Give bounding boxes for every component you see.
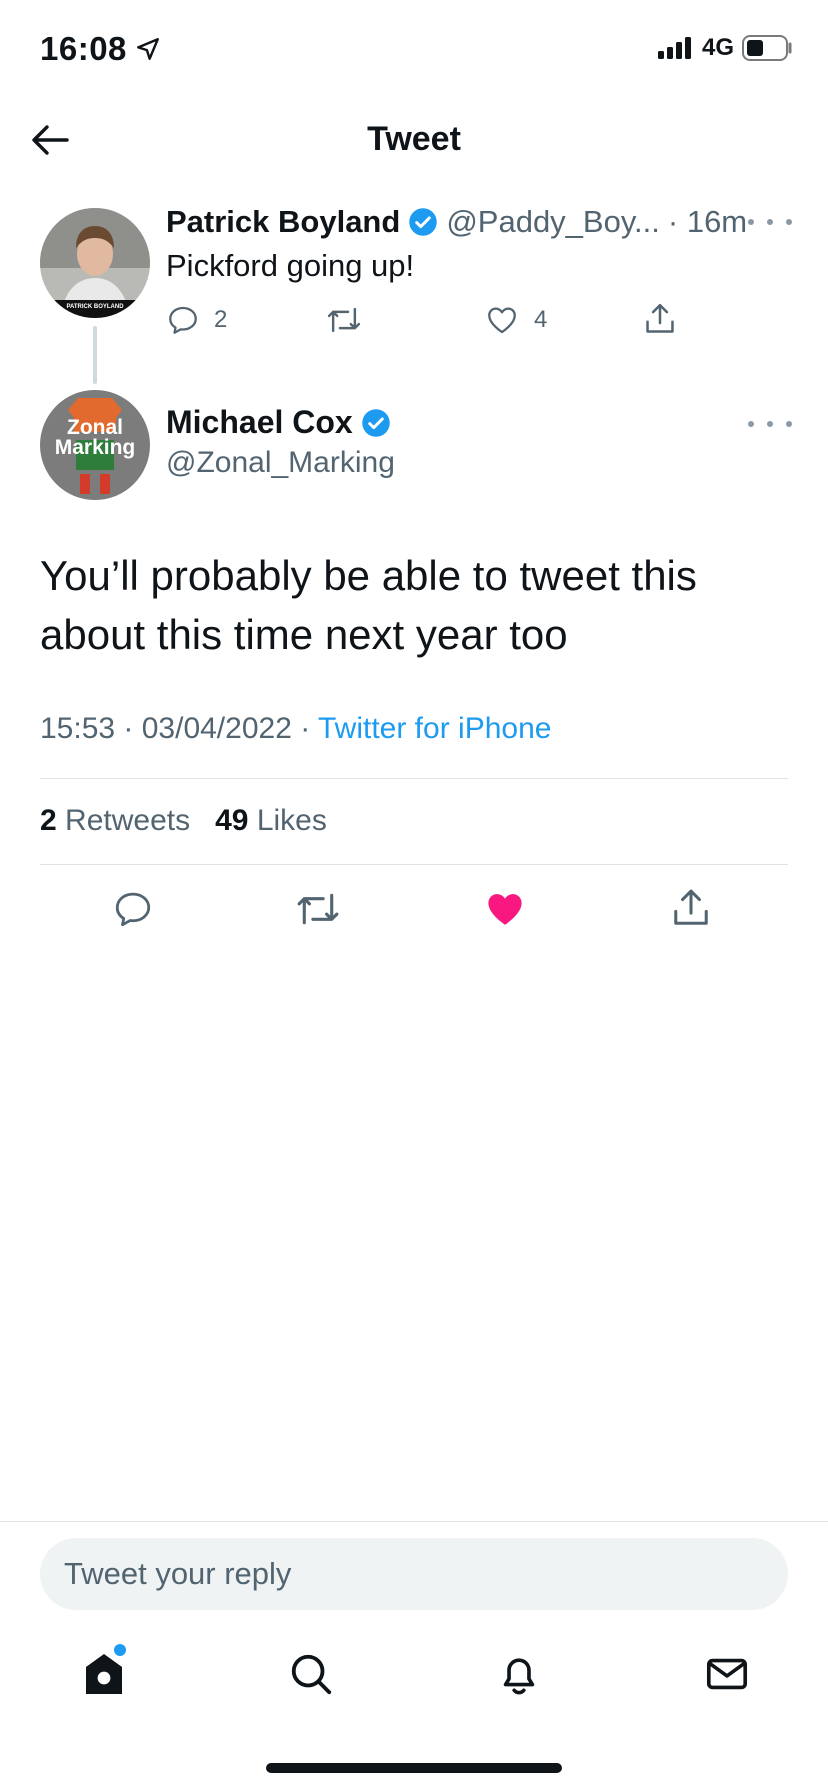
divider (40, 864, 788, 865)
heart-filled-icon (488, 894, 522, 925)
avatar-patrick-boyland[interactable]: PATRICK BOYLAND (40, 208, 150, 318)
retweet-action[interactable] (325, 303, 363, 337)
battery-icon (742, 35, 794, 61)
reply-icon (115, 892, 151, 927)
bell-icon (503, 1658, 535, 1695)
tab-messages[interactable] (699, 1646, 755, 1702)
status-indicators: 4G (657, 34, 794, 62)
like-count: 4 (534, 306, 548, 333)
retweet-icon (297, 893, 339, 925)
like-button[interactable] (483, 888, 529, 934)
divider (40, 778, 788, 779)
reply-input[interactable]: Tweet your reply (40, 1538, 788, 1610)
avatar-michael-cox[interactable]: Zonal Marking (40, 390, 150, 500)
tab-search[interactable] (283, 1646, 339, 1702)
retweet-button[interactable] (294, 888, 344, 934)
more-options-icon[interactable] (748, 212, 792, 232)
tab-notifications[interactable] (491, 1646, 547, 1702)
mail-icon (706, 1658, 748, 1690)
tweet-timestamp: 15:53 · 03/04/2022 · (40, 712, 318, 745)
status-time: 16:08 (40, 30, 161, 68)
home-indicator (266, 1763, 562, 1773)
author-name[interactable]: Michael Cox (166, 404, 353, 441)
share-button[interactable] (670, 886, 716, 932)
main-author-name-row[interactable]: Michael Cox (166, 404, 391, 441)
page-title: Tweet (367, 120, 461, 158)
likes-link[interactable]: 49 Likes (215, 804, 327, 837)
signal-icon (657, 37, 694, 59)
engagement-counts: 2 Retweets 49 Likes (40, 804, 327, 838)
heart-outline-icon (488, 307, 516, 334)
author-handle: @Paddy_Boy... (446, 204, 660, 239)
share-action[interactable] (643, 301, 677, 337)
avatar-caption: PATRICK BOYLAND (66, 304, 124, 310)
share-icon (646, 303, 674, 333)
verified-badge-icon (361, 408, 391, 438)
tweet-source-link[interactable]: Twitter for iPhone (318, 712, 551, 745)
tweet-time: · 16m (667, 204, 748, 239)
verified-badge-icon (408, 207, 438, 237)
more-options-icon[interactable] (748, 414, 792, 434)
parent-tweet-text: Pickford going up! (166, 248, 415, 283)
like-action[interactable]: 4 (484, 303, 547, 337)
retweet-icon (327, 307, 361, 333)
home-icon (86, 1654, 122, 1694)
thread-line (93, 326, 97, 384)
location-arrow-icon (135, 36, 161, 62)
main-tweet-text: You’ll probably be able to tweet this ab… (40, 552, 697, 658)
avatar-text-marking: Marking (55, 436, 136, 459)
search-icon (291, 1654, 332, 1695)
author-name[interactable]: Patrick Boyland (166, 204, 400, 240)
reply-button[interactable] (112, 888, 158, 934)
retweets-link[interactable]: 2 Retweets (40, 804, 190, 837)
bottom-divider (0, 1521, 828, 1522)
share-icon (674, 889, 708, 925)
reply-action[interactable]: 2 (166, 303, 227, 337)
reply-count: 2 (214, 306, 228, 333)
network-type: 4G (701, 34, 734, 61)
reply-icon (169, 306, 197, 334)
parent-tweet-header: Patrick Boyland @Paddy_Boy... · 16m (166, 204, 747, 240)
notification-dot (114, 1644, 126, 1656)
main-author-handle: @Zonal_Marking (166, 446, 395, 479)
tweet-metadata: 15:53 · 03/04/2022 · Twitter for iPhone (40, 712, 551, 746)
